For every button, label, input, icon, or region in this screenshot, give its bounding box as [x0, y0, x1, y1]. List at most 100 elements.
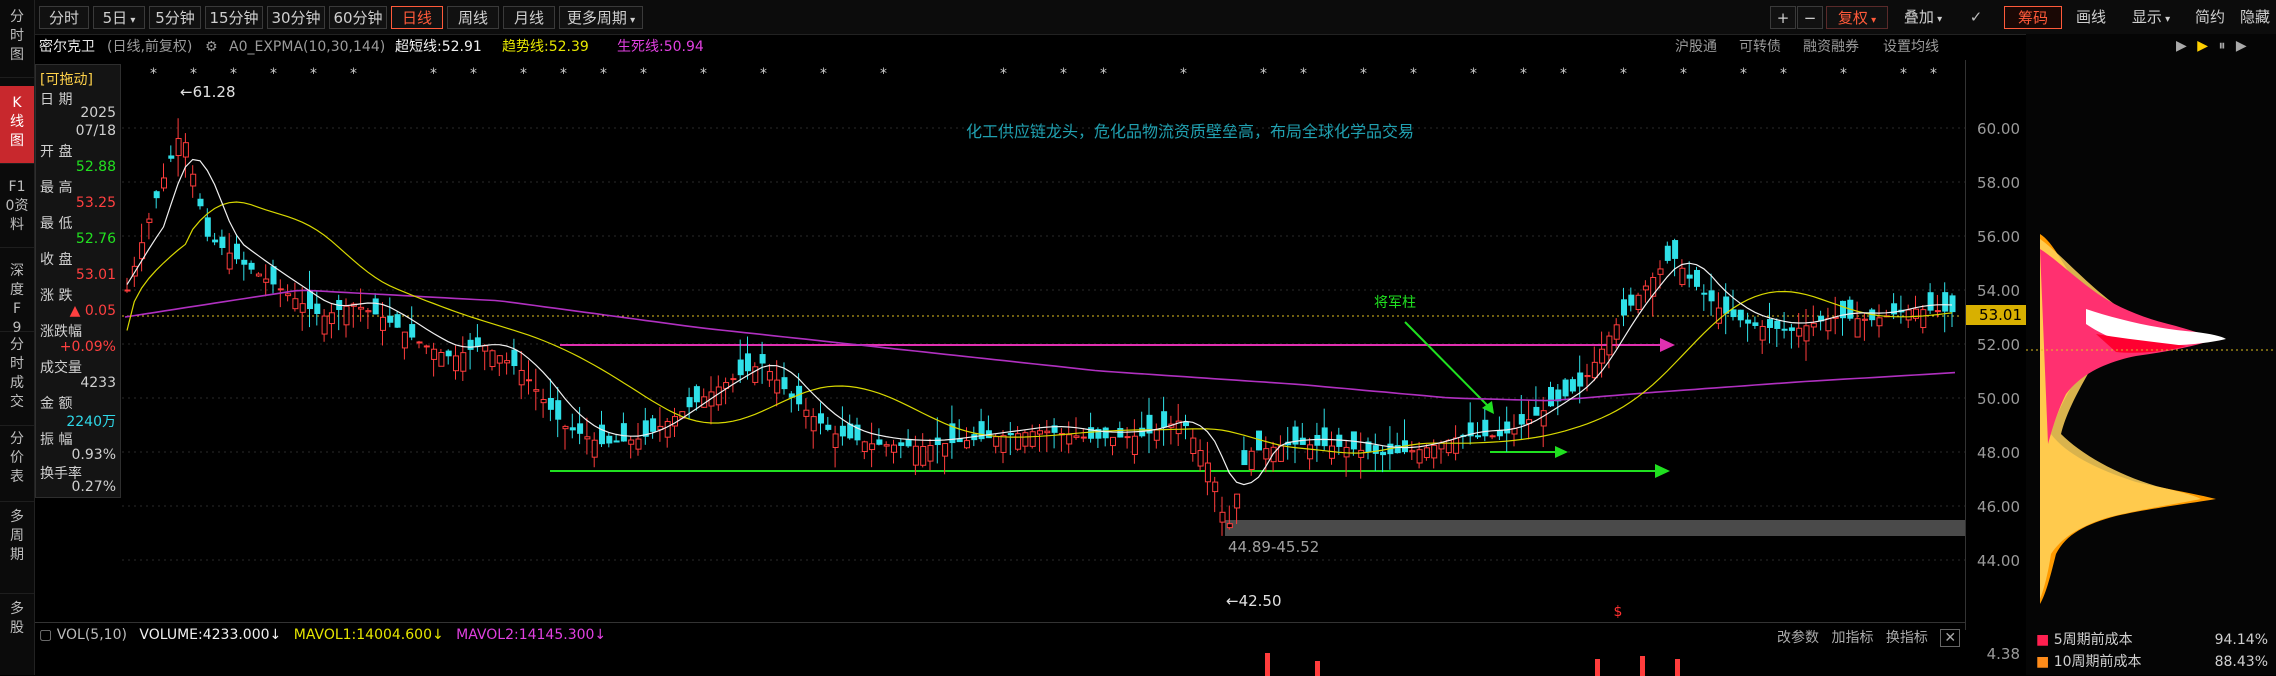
candle-body — [190, 173, 197, 187]
candle-body — [1241, 450, 1248, 466]
candle-body — [518, 369, 525, 386]
candle-body — [533, 389, 540, 392]
candle-body — [905, 439, 912, 447]
event-marker-icon: * — [1060, 66, 1067, 82]
candle-body — [1445, 439, 1452, 454]
candle-body — [474, 337, 481, 347]
candle-body — [1438, 442, 1445, 450]
dividend-marker-icon[interactable]: $ — [1614, 604, 1623, 620]
candle-body — [1591, 361, 1598, 379]
candle-body — [467, 339, 474, 350]
legend-label-10: 10周期前成本 — [2053, 654, 2142, 670]
event-marker-icon: * — [1840, 66, 1847, 82]
hide-button[interactable]: 隐藏 — [2237, 6, 2273, 29]
candle-body — [445, 350, 452, 357]
candle-body — [146, 218, 153, 223]
candle-body — [482, 345, 489, 352]
amplitude-value: 0.93% — [71, 447, 116, 463]
chips-button[interactable]: 筹码 — [2004, 6, 2062, 29]
candle-body — [328, 312, 335, 325]
candle-body — [182, 142, 189, 158]
candle-body — [1073, 435, 1080, 438]
simple-mode-button[interactable]: 简约 — [2185, 6, 2235, 29]
candle-body — [161, 177, 167, 189]
volume-label: 成交量 — [40, 360, 82, 376]
legend-dot-10-icon: ■ — [2036, 654, 2050, 670]
volume-panel[interactable]: ▢ VOL(5,10) VOLUME:4233.000↓ MAVOL1:1400… — [35, 622, 1965, 676]
candle-body — [1796, 327, 1803, 337]
candle-body — [781, 377, 788, 390]
event-marker-icon: * — [1300, 66, 1307, 82]
event-marker-icon: * — [1520, 66, 1527, 82]
candle-body — [1876, 317, 1883, 327]
ohlc-info-panel[interactable]: [可拖动] 日 期 2025 07/18 开 盘 52.88 最 高 53.25… — [35, 64, 121, 498]
support-arrow-icon — [1655, 464, 1670, 478]
price-tick: 52.00 — [1977, 336, 2020, 354]
candle-body — [1380, 451, 1387, 456]
kline-chart[interactable]: * * * * * * * * * * * * * * * * * * * * * * * * * * * * * * * * * * 化工供应链… — [0, 0, 1965, 622]
event-marker-icon: * — [270, 66, 277, 82]
volume-bar — [1595, 659, 1600, 676]
candle-body — [540, 398, 547, 404]
chip-legend: ■ 5周期前成本 94.14% ■ 10周期前成本 88.43% — [2036, 629, 2268, 673]
candle-body — [226, 252, 233, 270]
annotation-label: 将军柱 — [1374, 295, 1416, 311]
candle-body — [1183, 421, 1189, 427]
candle-body — [197, 198, 204, 207]
event-marker-icon: * — [1470, 66, 1477, 82]
candle-body — [1372, 445, 1379, 454]
candle-body — [270, 266, 277, 285]
candle-body — [942, 443, 949, 457]
candle-body — [124, 289, 131, 292]
candle-body — [1854, 318, 1861, 338]
event-marker-icon: * — [560, 66, 567, 82]
event-marker-icon: * — [640, 66, 647, 82]
candle-body — [1219, 511, 1226, 523]
candle-body — [489, 350, 496, 368]
display-button[interactable]: 显示 ▾ — [2121, 6, 2181, 29]
chip-distribution-panel[interactable]: ▶ ▶ ⏸ ▶ ■ 5周期前成本 94.14% ■ 10周期前成本 88.43% — [2026, 34, 2276, 675]
candle-body — [1212, 481, 1219, 493]
candle-body — [1409, 450, 1416, 453]
candle-body — [255, 273, 262, 277]
event-marker-icon: * — [150, 66, 157, 82]
low-label: 最 低 — [40, 216, 73, 232]
candle-body — [292, 298, 299, 310]
close-label: 收 盘 — [40, 252, 73, 268]
candle-body — [876, 439, 883, 445]
draw-line-button[interactable]: 画线 — [2065, 6, 2117, 29]
candle-body — [1788, 327, 1795, 331]
candle-body — [1548, 386, 1554, 407]
candle-body — [883, 444, 890, 447]
candle-body — [1584, 375, 1591, 378]
amount-label: 金 额 — [40, 396, 73, 412]
candle-body — [511, 349, 518, 367]
candle-body — [547, 397, 554, 410]
candle-body — [416, 341, 423, 344]
candle-body — [1321, 427, 1328, 447]
candle-body — [1336, 434, 1343, 447]
candle-body — [438, 352, 445, 367]
candle-body — [212, 239, 219, 243]
event-marker-icon: * — [1410, 66, 1417, 82]
candle-body — [693, 386, 700, 403]
candle-body — [1489, 435, 1496, 438]
candle-body — [1190, 437, 1197, 455]
open-value: 52.88 — [75, 159, 116, 175]
candle-body — [1044, 430, 1051, 434]
pct-value: +0.09% — [59, 339, 116, 355]
candle-body — [1453, 437, 1460, 454]
candle-body — [1569, 379, 1576, 392]
price-tick: 60.00 — [1977, 120, 2020, 138]
candle-body — [1635, 294, 1642, 310]
candle-body — [175, 138, 182, 157]
candle-body — [431, 348, 438, 360]
date-value: 07/18 — [75, 123, 116, 139]
candle-body — [204, 217, 211, 237]
candle-body — [1248, 450, 1255, 470]
candle-body — [832, 433, 839, 448]
candle-body — [1518, 414, 1525, 425]
candle-body — [343, 305, 350, 326]
candle-body — [715, 386, 722, 406]
candle-body — [1226, 523, 1233, 529]
